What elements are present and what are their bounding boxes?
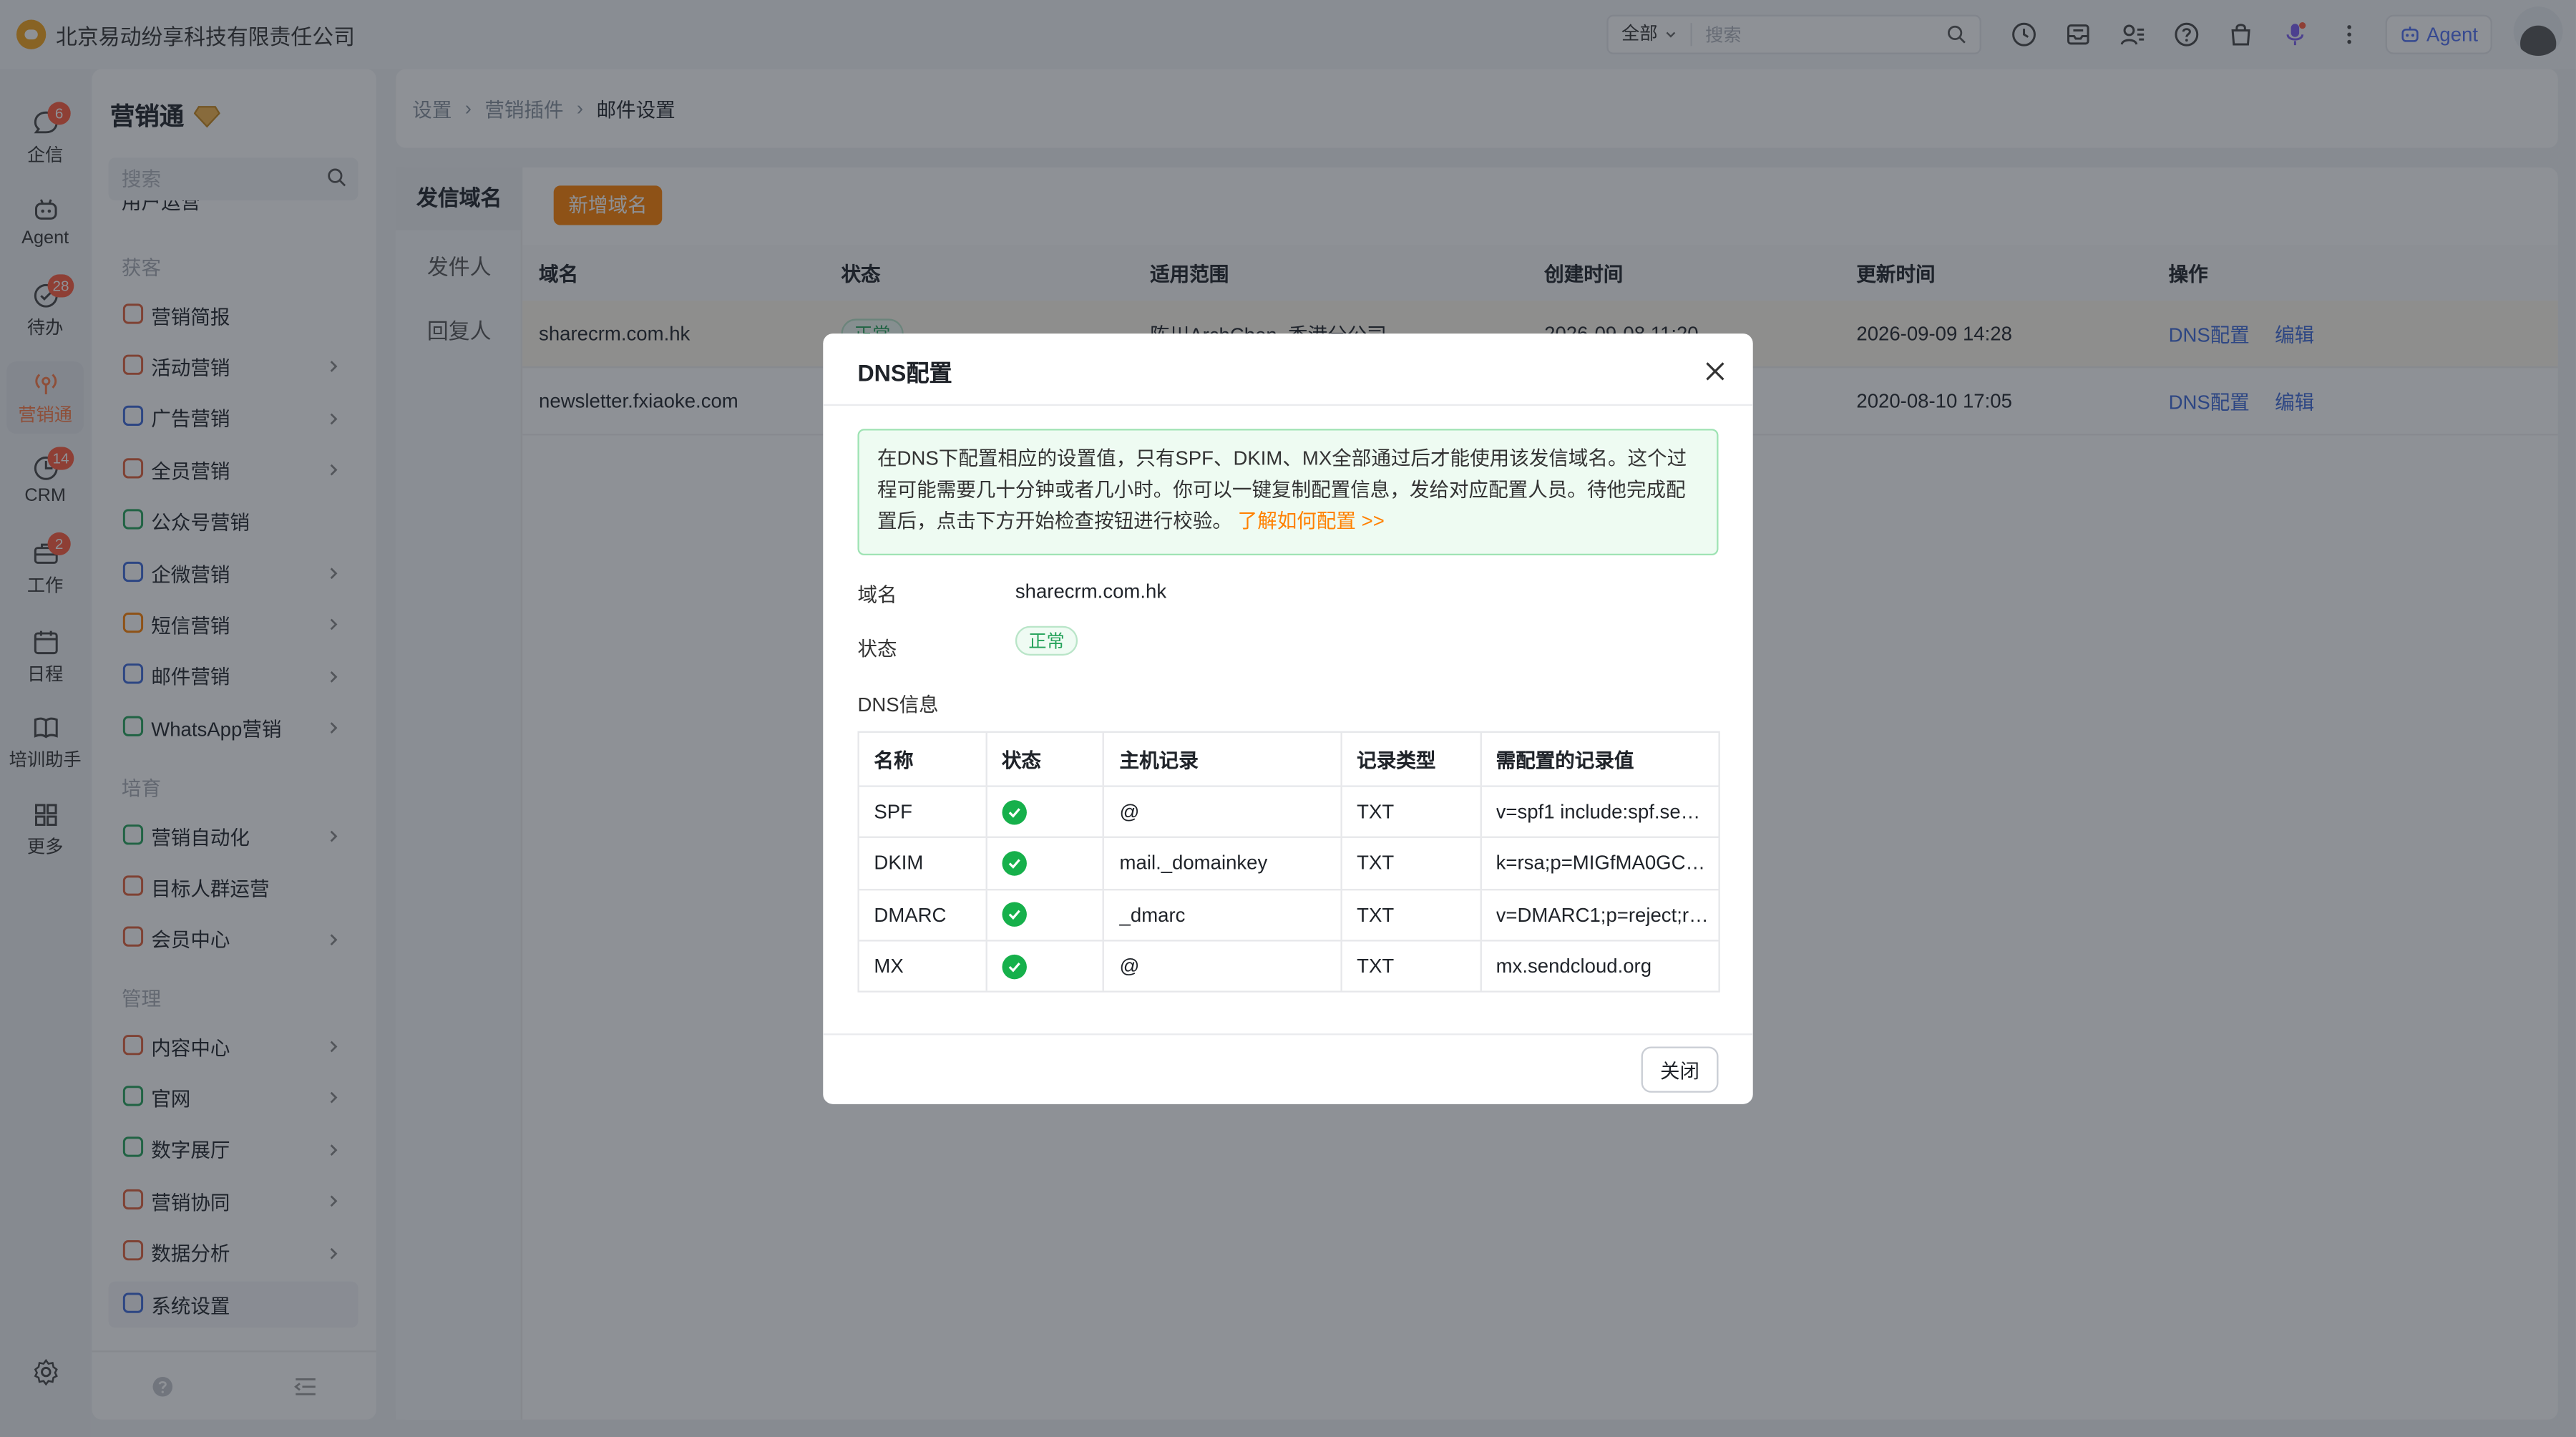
dns-record-row: SPF @ TXT v=spf1 include:spf.sendcloud.o… — [859, 785, 1719, 837]
record-type: TXT — [1340, 941, 1479, 991]
learn-config-link[interactable]: 了解如何配置 >> — [1238, 510, 1385, 532]
record-host: @ — [1103, 786, 1341, 837]
record-status — [985, 786, 1103, 837]
info-tip: 在DNS下配置相应的设置值，只有SPF、DKIM、MX全部通过后才能使用该发信域… — [857, 429, 1719, 556]
record-name: SPF — [874, 800, 913, 824]
record-value-text: v=DMARC1;p=reject;rua=mailto:dmarc — [1496, 903, 1710, 927]
dns-record-row: DKIM mail._domainkey TXT k=rsa;p=MIGfMA0… — [859, 837, 1719, 889]
record-value-text: k=rsa;p=MIGfMA0GCSqGSIb3DQEBAQUAA — [1496, 852, 1710, 875]
check-icon — [1001, 902, 1027, 927]
column-header: 需配置的记录值 — [1479, 732, 1719, 786]
record-status — [985, 838, 1103, 889]
dns-table-header: 名称 状态 主机记录 记录类型 需配置的记录值 — [859, 732, 1719, 786]
check-icon — [1001, 851, 1027, 876]
dns-config-dialog: DNS配置 在DNS下配置相应的设置值，只有SPF、DKIM、MX全部通过后才能… — [823, 333, 1753, 1104]
record-host: @ — [1103, 941, 1341, 991]
record-host: _dmarc — [1103, 890, 1341, 940]
record-name: DMARC — [874, 903, 947, 927]
record-status — [985, 941, 1103, 991]
record-type: TXT — [1340, 890, 1479, 940]
record-name: MX — [874, 954, 904, 978]
domain-value: sharecrm.com.hk — [1015, 580, 1167, 603]
dns-record-row: DMARC _dmarc TXT v=DMARC1;p=reject;rua=m… — [859, 888, 1719, 940]
record-host: mail._domainkey — [1103, 838, 1341, 889]
dns-record-row: MX @ TXT mx.sendcloud.org — [859, 940, 1719, 991]
divider — [823, 1033, 1753, 1036]
column-header: 记录类型 — [1340, 732, 1479, 786]
status-label: 状态 — [857, 637, 897, 661]
app-page: 北京易动纷享科技有限责任公司 全部 搜索 Agent 企信 6 — [0, 0, 2576, 1437]
dialog-title: DNS配置 — [857, 359, 952, 386]
column-header: 主机记录 — [1103, 732, 1341, 786]
column-header: 名称 — [874, 748, 914, 771]
divider — [823, 404, 1753, 406]
record-value[interactable]: v=spf1 include:spf.sendcloud.org ~all — [1479, 786, 1719, 837]
column-header: 状态 — [985, 732, 1103, 786]
record-value[interactable]: mx.sendcloud.org — [1479, 941, 1719, 991]
check-icon — [1001, 799, 1027, 824]
record-type: TXT — [1340, 838, 1479, 889]
record-status — [985, 890, 1103, 940]
record-value-text: v=spf1 include:spf.sendcloud.org ~all — [1496, 800, 1709, 824]
close-button[interactable]: 关闭 — [1641, 1046, 1719, 1093]
record-value[interactable]: v=DMARC1;p=reject;rua=mailto:dmarc — [1479, 890, 1719, 940]
record-value-text: mx.sendcloud.org — [1496, 954, 1652, 978]
dns-info-label: DNS信息 — [857, 693, 939, 717]
dns-records-table: 名称 状态 主机记录 记录类型 需配置的记录值 SPF @ TXT v=spf1… — [857, 731, 1720, 993]
record-type: TXT — [1340, 786, 1479, 837]
status-badge: 正常 — [1015, 625, 1078, 656]
domain-label: 域名 — [857, 583, 897, 607]
status-value: 正常 — [1015, 625, 1078, 656]
close-icon[interactable] — [1704, 360, 1727, 383]
record-value[interactable]: k=rsa;p=MIGfMA0GCSqGSIb3DQEBAQUAA — [1479, 838, 1719, 889]
check-icon — [1001, 953, 1027, 979]
record-name: DKIM — [874, 852, 924, 875]
